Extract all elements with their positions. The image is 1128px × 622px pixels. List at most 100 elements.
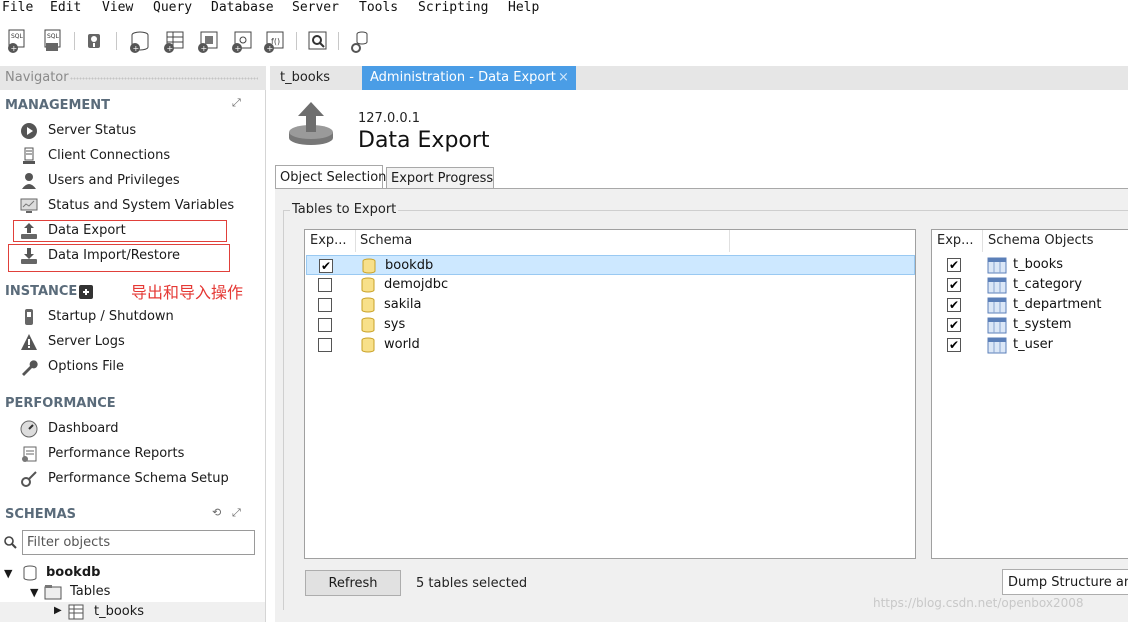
- schema-inspector-icon[interactable]: [82, 28, 106, 54]
- instance-icon: [79, 285, 93, 299]
- tables-folder-icon: [44, 585, 62, 600]
- nav-item-performance-reports[interactable]: Performance Reports: [20, 444, 260, 464]
- menu-edit[interactable]: Edit: [50, 0, 81, 15]
- schema-checkbox[interactable]: [318, 278, 332, 292]
- tree-db-bookdb[interactable]: bookdb: [46, 565, 100, 580]
- object-checkbox[interactable]: ✔: [947, 258, 961, 272]
- tree-table-t-books[interactable]: t_books: [94, 604, 144, 619]
- create-schema-icon[interactable]: +: [128, 28, 152, 54]
- page-title: Data Export: [358, 128, 490, 153]
- object-row-t-user[interactable]: ✔ t_user: [933, 335, 1128, 355]
- schema-row-bookdb[interactable]: ✔ bookdb: [306, 255, 915, 275]
- object-checkbox[interactable]: ✔: [947, 318, 961, 332]
- schema-name: sakila: [384, 297, 422, 312]
- schema-row-demojdbc[interactable]: demojdbc: [306, 275, 915, 295]
- tab-administration-data-export[interactable]: Administration - Data Export ×: [362, 66, 576, 90]
- play-circle-icon: [21, 123, 37, 139]
- menu-help[interactable]: Help: [508, 0, 539, 15]
- svg-text:+: +: [11, 44, 18, 53]
- object-row-t-department[interactable]: ✔ t_department: [933, 295, 1128, 315]
- setup-icon: [21, 471, 37, 487]
- nav-item-label: Status and System Variables: [48, 198, 235, 213]
- nav-item-users-privileges[interactable]: Users and Privileges: [20, 171, 260, 191]
- database-icon: [362, 258, 376, 274]
- expand-icon[interactable]: ⤢: [232, 96, 241, 110]
- refresh-button[interactable]: Refresh: [305, 570, 401, 596]
- server-icon: [23, 147, 35, 164]
- menu-view[interactable]: View: [102, 0, 133, 15]
- schema-checkbox[interactable]: ✔: [319, 259, 333, 273]
- tree-tables[interactable]: Tables: [70, 584, 110, 599]
- nav-item-status-variables[interactable]: Status and System Variables: [20, 196, 260, 216]
- tab-t-books[interactable]: t_books: [270, 66, 360, 90]
- svg-text:+: +: [201, 44, 208, 53]
- menu-file[interactable]: File: [2, 0, 33, 15]
- schema-row-sakila[interactable]: sakila: [306, 295, 915, 315]
- open-sql-file-icon[interactable]: SQL: [42, 28, 66, 54]
- menu-tools[interactable]: Tools: [359, 0, 398, 15]
- object-row-t-books[interactable]: ✔ t_books: [933, 255, 1128, 275]
- schema-checkbox[interactable]: [318, 298, 332, 312]
- object-row-t-category[interactable]: ✔ t_category: [933, 275, 1128, 295]
- column-export[interactable]: Exp...: [310, 233, 347, 248]
- svg-text:+: +: [167, 44, 174, 53]
- object-checkbox[interactable]: ✔: [947, 298, 961, 312]
- tab-export-progress[interactable]: Export Progress: [386, 167, 494, 189]
- column-export[interactable]: Exp...: [937, 233, 974, 248]
- dashboard-icon: [20, 420, 38, 438]
- menu-server[interactable]: Server: [292, 0, 339, 15]
- object-checkbox[interactable]: ✔: [947, 338, 961, 352]
- tab-object-selection[interactable]: Object Selection: [275, 165, 386, 189]
- svg-text:SQL: SQL: [11, 33, 24, 40]
- nav-item-performance-schema-setup[interactable]: Performance Schema Setup: [20, 469, 260, 489]
- expand-schemas-icon[interactable]: ⤢: [232, 506, 241, 520]
- reconnect-icon[interactable]: [348, 28, 372, 54]
- create-table-icon[interactable]: +: [162, 28, 186, 54]
- tree-collapse-arrow[interactable]: ▶: [54, 605, 62, 616]
- nav-item-options-file[interactable]: Options File: [20, 357, 260, 377]
- schema-row-sys[interactable]: sys: [306, 315, 915, 335]
- column-schema[interactable]: Schema: [360, 233, 412, 248]
- schema-checkbox[interactable]: [318, 338, 332, 352]
- toolbar: SQL + SQL + + + + f() +: [0, 24, 1128, 60]
- nav-item-label: Performance Schema Setup: [48, 471, 229, 486]
- schema-name: demojdbc: [384, 277, 449, 292]
- svg-text:+: +: [235, 44, 242, 53]
- object-name: t_department: [1013, 297, 1102, 312]
- close-icon[interactable]: ×: [558, 70, 569, 85]
- nav-item-client-connections[interactable]: Client Connections: [20, 146, 260, 166]
- refresh-schemas-icon[interactable]: ⟲: [212, 506, 221, 519]
- tree-expand-arrow[interactable]: ▼: [30, 586, 38, 599]
- nav-item-label: Performance Reports: [48, 446, 185, 461]
- schema-checkbox[interactable]: [318, 318, 332, 332]
- tab-label: Export Progress: [391, 171, 494, 186]
- menu-query[interactable]: Query: [153, 0, 192, 15]
- new-sql-tab-icon[interactable]: SQL +: [6, 28, 30, 54]
- menu-database[interactable]: Database: [211, 0, 274, 15]
- watermark: https://blog.csdn.net/openbox2008: [873, 596, 1084, 610]
- schema-name: bookdb: [385, 258, 434, 273]
- schema-name: sys: [384, 317, 406, 332]
- filter-objects-input[interactable]: Filter objects: [22, 530, 255, 555]
- object-checkbox[interactable]: ✔: [947, 278, 961, 292]
- table-icon: [68, 604, 84, 620]
- column-schema-objects[interactable]: Schema Objects: [988, 233, 1094, 248]
- tree-expand-arrow[interactable]: ▼: [4, 567, 12, 580]
- create-procedure-icon[interactable]: +: [230, 28, 254, 54]
- create-view-icon[interactable]: +: [196, 28, 220, 54]
- nav-item-server-logs[interactable]: Server Logs: [20, 332, 260, 352]
- schema-row-world[interactable]: world: [306, 335, 915, 355]
- highlight-box-export: [13, 220, 227, 242]
- create-function-icon[interactable]: f() +: [262, 28, 286, 54]
- menu-scripting[interactable]: Scripting: [418, 0, 488, 15]
- nav-item-startup-shutdown[interactable]: Startup / Shutdown: [20, 307, 260, 327]
- nav-item-server-status[interactable]: Server Status: [20, 121, 260, 141]
- nav-item-dashboard[interactable]: Dashboard: [20, 419, 260, 439]
- schema-name: world: [384, 337, 420, 352]
- dump-options-select[interactable]: Dump Structure and: [1002, 569, 1128, 595]
- object-row-t-system[interactable]: ✔ t_system: [933, 315, 1128, 335]
- power-icon: [25, 309, 33, 325]
- nav-item-label: Dashboard: [48, 421, 119, 436]
- search-table-data-icon[interactable]: [306, 28, 330, 54]
- export-icon: [289, 102, 333, 145]
